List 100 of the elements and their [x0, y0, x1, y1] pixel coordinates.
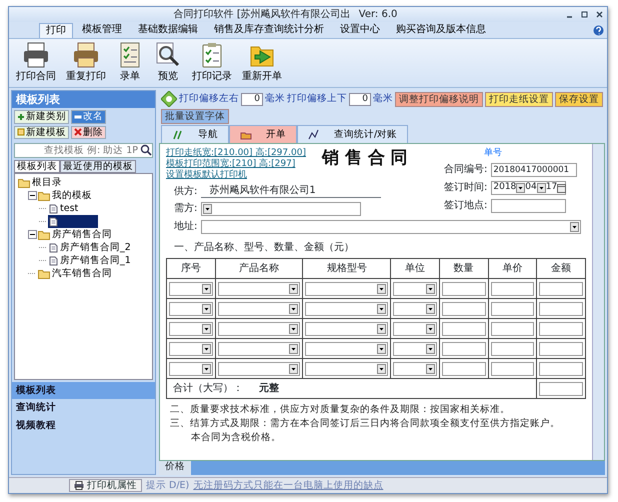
field-label: 合同编号:: [444, 164, 488, 176]
input-field[interactable]: [539, 362, 583, 376]
document-icon: [49, 256, 58, 266]
search-field[interactable]: 查找模板 例: 助达 1P: [14, 142, 153, 158]
printer-icon: [22, 41, 50, 69]
dropdown-field[interactable]: [169, 362, 213, 376]
rename-icon: [74, 112, 82, 121]
offset-label: 打印偏移上下: [287, 93, 347, 105]
contract-number-field[interactable]: 20180417000001: [491, 162, 578, 177]
unit-label: 毫米: [265, 93, 285, 105]
tree-item[interactable]: 我的模板: [37, 189, 93, 202]
dropdown-field[interactable]: [169, 302, 213, 316]
panel-tab[interactable]: 最近使用的模板: [60, 160, 136, 174]
settings-link[interactable]: 打印走纸宽:[210.00] 高:[297.00]: [166, 148, 306, 159]
supplier-value: 苏州飚风软件有限公司1: [201, 185, 382, 198]
dropdown-field[interactable]: [218, 342, 300, 356]
ribbon-tab[interactable]: 打印: [39, 23, 73, 38]
toolbar-button[interactable]: 批量设置字体: [161, 109, 229, 124]
offset-input[interactable]: 0: [349, 92, 371, 106]
dropdown-field[interactable]: [393, 362, 437, 376]
input-field[interactable]: [539, 302, 583, 316]
tree-item[interactable]: test: [48, 202, 80, 216]
dropdown-field[interactable]: [305, 282, 388, 296]
dropdown-field[interactable]: [218, 362, 300, 376]
panel-button[interactable]: 改名: [71, 110, 106, 124]
input-field[interactable]: [442, 302, 486, 316]
panel-tab[interactable]: 模板列表: [14, 160, 60, 174]
input-field[interactable]: [490, 322, 534, 336]
tree-item[interactable]: 根目录: [17, 176, 63, 190]
ribbon-tab[interactable]: 模板管理: [75, 22, 129, 38]
toolbar-button[interactable]: 调整打印偏移说明: [395, 92, 483, 106]
ribbon-button[interactable]: 录单: [113, 41, 147, 85]
toolbar-button[interactable]: 打印走纸设置: [485, 92, 553, 106]
printer-color-icon: [72, 41, 100, 69]
collapse-icon: [28, 191, 37, 200]
ribbon-tab[interactable]: 设置中心: [333, 22, 387, 38]
input-field[interactable]: [442, 282, 486, 296]
toolbar-button[interactable]: 保存设置: [555, 92, 603, 106]
dropdown-field[interactable]: [305, 342, 388, 356]
column-header: 金额: [536, 258, 586, 278]
tree-item[interactable]: 汽车销售合同: [37, 267, 113, 280]
dropdown-field[interactable]: [393, 342, 437, 356]
dropdown-field[interactable]: [305, 322, 388, 336]
ribbon-tab[interactable]: 销售及库存查询统计分析: [207, 22, 331, 38]
dropdown-field[interactable]: [218, 302, 300, 316]
input-field[interactable]: [442, 342, 486, 356]
date-field[interactable]: 2018 04 17: [491, 180, 566, 195]
tree-item[interactable]: 房产销售合同_1: [48, 254, 132, 268]
ribbon-tab[interactable]: 基础数据编辑: [131, 22, 205, 38]
ribbon-button[interactable]: 预览: [151, 41, 185, 85]
scrollbar[interactable]: [592, 144, 604, 460]
dropdown-field[interactable]: [169, 322, 213, 336]
input-field[interactable]: [490, 342, 534, 356]
total-label: 合计（大写）：: [173, 382, 243, 394]
bottom-tab[interactable]: 价格: [159, 461, 191, 475]
ribbon-button[interactable]: 打印合同: [13, 41, 59, 85]
document-tab[interactable]: 开单: [229, 125, 297, 143]
input-field[interactable]: [490, 362, 534, 376]
place-field[interactable]: [491, 198, 566, 213]
input-field[interactable]: [442, 322, 486, 336]
dropdown-field[interactable]: [169, 282, 213, 296]
input-field[interactable]: [490, 282, 534, 296]
dropdown-field[interactable]: [393, 302, 437, 316]
dropdown-field[interactable]: [305, 362, 388, 376]
printer-properties-button[interactable]: 打印机属性: [69, 478, 142, 492]
buyer-dropdown[interactable]: [201, 202, 362, 216]
add-icon: [17, 112, 25, 121]
input-field[interactable]: [442, 362, 486, 376]
dropdown-field[interactable]: [393, 282, 437, 296]
tree-item[interactable]: 房产销售合同_2: [48, 241, 132, 254]
total-field[interactable]: [539, 382, 583, 396]
dropdown-field[interactable]: [218, 322, 300, 336]
panel-button[interactable]: 新建类别: [14, 110, 69, 124]
ribbon-button[interactable]: 重复打印: [63, 41, 109, 85]
settings-link[interactable]: 模板打印范围宽:[210] 高:[297]: [166, 159, 306, 170]
accordion-section[interactable]: 视频教程: [12, 416, 155, 434]
dropdown-field[interactable]: [393, 322, 437, 336]
accordion-section[interactable]: 模板列表: [12, 382, 155, 400]
address-dropdown[interactable]: [201, 220, 582, 234]
input-field[interactable]: [539, 342, 583, 356]
document-tab[interactable]: 查询统计/对账: [297, 125, 408, 143]
panel-button[interactable]: 新建模板: [14, 126, 69, 139]
tree-item[interactable]: [48, 215, 98, 228]
section-heading: 一、产品名称、型号、数量、金额（元）: [173, 242, 355, 254]
dropdown-field[interactable]: [218, 282, 300, 296]
total-unit: 元整: [259, 382, 279, 394]
dropdown-field[interactable]: [305, 302, 388, 316]
settings-link[interactable]: 设置模板默认打印机: [166, 170, 306, 181]
input-field[interactable]: [539, 282, 583, 296]
input-field[interactable]: [539, 322, 583, 336]
panel-button[interactable]: 删除: [71, 126, 106, 139]
tree-item[interactable]: 房产销售合同: [37, 228, 113, 242]
dropdown-field[interactable]: [169, 342, 213, 356]
input-field[interactable]: [490, 302, 534, 316]
accordion-section[interactable]: 查询统计: [12, 399, 155, 417]
ribbon-button[interactable]: 重新开单: [239, 41, 285, 85]
offset-input[interactable]: 0: [241, 92, 263, 106]
document-tab[interactable]: 导航: [161, 125, 229, 143]
ribbon-tab[interactable]: 购买咨询及版本信息: [389, 22, 493, 38]
ribbon-button[interactable]: 打印记录: [189, 41, 235, 85]
